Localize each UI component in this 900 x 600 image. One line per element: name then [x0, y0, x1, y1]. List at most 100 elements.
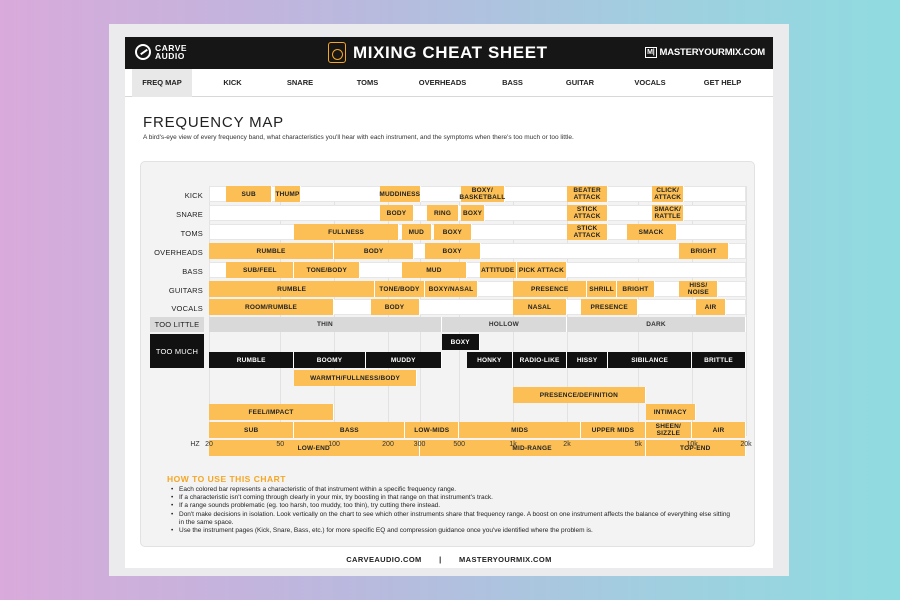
freq-bar-bright: BRIGHT: [679, 243, 729, 259]
freq-bar-shrill: SHRILL: [587, 281, 617, 297]
freq-bar-smack-rattle: SMACK/ RATTLE: [652, 205, 684, 221]
too-much-label: TOO MUCH: [150, 334, 204, 368]
freq-bar-mids: MIDS: [459, 422, 582, 438]
how-to-item: If a characteristic isn't coming through…: [171, 494, 731, 502]
footer: CARVEAUDIO.COM | MASTERYOURMIX.COM: [125, 555, 773, 564]
axis-tick-label: 2k: [563, 441, 571, 448]
freq-bar-stick-attack: STICK ATTACK: [567, 224, 609, 240]
freq-bar-upper-mids: UPPER MIDS: [581, 422, 646, 438]
too-little-label: TOO LITTLE: [150, 317, 204, 332]
freq-bar-sub: SUB: [209, 422, 295, 438]
freq-bar-rumble: RUMBLE: [209, 352, 295, 368]
freq-bar-dark: DARK: [567, 317, 746, 332]
freq-bar-presence-definition: PRESENCE/DEFINITION: [513, 387, 646, 403]
footer-masteryourmix-link[interactable]: MASTERYOURMIX.COM: [459, 555, 552, 564]
axis-tick-label: 300: [413, 441, 426, 448]
row-label-guitars: GUITARS: [168, 286, 203, 295]
cheat-sheet: CARVE AUDIO MIXING CHEAT SHEET M| MASTER…: [125, 37, 773, 568]
freq-bar-bright: BRIGHT: [616, 281, 655, 297]
row-label-overheads: OVERHEADS: [154, 248, 203, 257]
gridline: [746, 186, 747, 436]
axis-tick-label: 100: [328, 441, 340, 448]
freq-bar-low-mids: LOW-MIDS: [405, 422, 460, 438]
freq-bar-boxy: BOXY: [460, 205, 486, 221]
freq-bar-smack: SMACK: [626, 224, 677, 240]
title-wrap: MIXING CHEAT SHEET: [328, 42, 548, 63]
freq-bar-sheen-sizzle: SHEEN/ SIZZLE: [645, 422, 693, 438]
row-label-toms: TOMS: [180, 229, 203, 238]
freq-bar-warmth-fullness-body: WARMTH/FULLNESS/BODY: [294, 370, 417, 386]
tab-freq-map[interactable]: FREQ MAP: [132, 69, 192, 97]
tab-toms[interactable]: TOMS: [340, 69, 395, 97]
freq-bar-intimacy: INTIMACY: [645, 404, 696, 420]
axis-tick-label: 200: [382, 441, 394, 448]
freq-bar-body: BODY: [370, 299, 420, 315]
how-to-list: Each colored bar represents a characteri…: [171, 486, 731, 535]
footer-separator: |: [439, 555, 442, 564]
footer-carveaudio-link[interactable]: CARVEAUDIO.COM: [346, 555, 421, 564]
how-to-item: If a range sounds problematic (eg. too h…: [171, 502, 731, 510]
freq-bar-radio-like: RADIO-LIKE: [513, 352, 567, 368]
mym-logo-icon: M|: [645, 47, 657, 58]
row-label-kick: KICK: [184, 191, 203, 200]
axis-tick-label: 5k: [634, 441, 642, 448]
page-frame: CARVE AUDIO MIXING CHEAT SHEET M| MASTER…: [109, 24, 789, 576]
freq-bar-sibilance: SIBILANCE: [608, 352, 693, 368]
freq-bar-thump: THUMP: [275, 186, 301, 202]
tab-kick[interactable]: KICK: [205, 69, 260, 97]
tab-vocals[interactable]: VOCALS: [620, 69, 680, 97]
freq-bar-hiss-noise: HISS/ NOISE: [679, 281, 719, 297]
freq-bar-presence: PRESENCE: [581, 299, 639, 315]
freq-bar-rumble: RUMBLE: [209, 281, 376, 297]
row-label-bass: BASS: [182, 267, 203, 276]
freq-bar-click-attack: CLICK/ ATTACK: [652, 186, 684, 202]
header-bar: CARVE AUDIO MIXING CHEAT SHEET M| MASTER…: [125, 37, 773, 69]
freq-bar-mud: MUD: [402, 224, 432, 240]
page-subtitle: A bird's-eye view of every frequency ban…: [143, 134, 574, 141]
tab-bass[interactable]: BASS: [485, 69, 540, 97]
row-label-snare: SNARE: [176, 210, 203, 219]
freq-bar-boxy: BOXY: [441, 334, 480, 350]
tab-get-help[interactable]: GET HELP: [690, 69, 755, 97]
axis-tick-label: 50: [276, 441, 285, 448]
axis-tick-label: 20: [205, 441, 213, 448]
freq-bar-muddy: MUDDY: [365, 352, 442, 368]
axis-unit-label: HZ: [190, 441, 200, 448]
freq-bar-sub-feel: SUB/FEEL: [226, 262, 295, 278]
freq-bar-boxy: BOXY: [424, 243, 481, 259]
freq-bar-hollow: HOLLOW: [441, 317, 567, 332]
freq-bar-boxy: BOXY: [433, 224, 473, 240]
freq-bar-muddiness: MUDDINESS: [379, 186, 421, 202]
freq-bar-body: BODY: [379, 205, 415, 221]
freq-bar-sub: SUB: [226, 186, 273, 202]
how-to-item: Don't make decisions in isolation. Look …: [171, 511, 731, 527]
freq-bar-boomy: BOOMY: [294, 352, 366, 368]
how-to-item: Each colored bar represents a characteri…: [171, 486, 731, 494]
freq-bar-stick-attack: STICK ATTACK: [567, 205, 609, 221]
axis-tick-label: 500: [453, 441, 466, 448]
freq-bar-tone-body: TONE/BODY: [375, 281, 425, 297]
carve-audio-logo[interactable]: CARVE AUDIO: [135, 44, 187, 60]
tab-guitar[interactable]: GUITAR: [550, 69, 610, 97]
axis-tick-label: 10k: [686, 441, 698, 448]
freq-bar-ring: RING: [426, 205, 460, 221]
freq-bar-beater-attack: BEATER ATTACK: [567, 186, 609, 202]
freq-bar-feel-impact: FEEL/IMPACT: [209, 404, 335, 420]
freq-bar-presence: PRESENCE: [513, 281, 588, 297]
how-to-title: HOW TO USE THIS CHART: [167, 474, 286, 484]
freq-bar-rumble: RUMBLE: [209, 243, 335, 259]
freq-bar-attitude: ATTITUDE: [479, 262, 517, 278]
cheat-sheet-icon: [328, 42, 346, 63]
freq-bar-thin: THIN: [209, 317, 442, 332]
freq-bar-room-rumble: ROOM/RUMBLE: [209, 299, 335, 315]
masteryourmix-url: MASTERYOURMIX.COM: [659, 47, 766, 58]
freq-bar-tone-body: TONE/BODY: [294, 262, 361, 278]
tab-overheads[interactable]: OVERHEADS: [410, 69, 475, 97]
freq-bar-boxy-basketball: BOXY/ BASKETBALL: [459, 186, 506, 202]
tab-nav: FREQ MAP KICK SNARE TOMS OVERHEADS BASS GUITAR…: [125, 69, 773, 97]
tab-snare[interactable]: SNARE: [270, 69, 330, 97]
row-label-vocals: VOCALS: [171, 304, 203, 313]
axis-tick-label: 1k: [509, 441, 517, 448]
masteryourmix-link[interactable]: M| MASTERYOURMIX.COM: [645, 47, 765, 58]
freq-bar-body: BODY: [334, 243, 415, 259]
